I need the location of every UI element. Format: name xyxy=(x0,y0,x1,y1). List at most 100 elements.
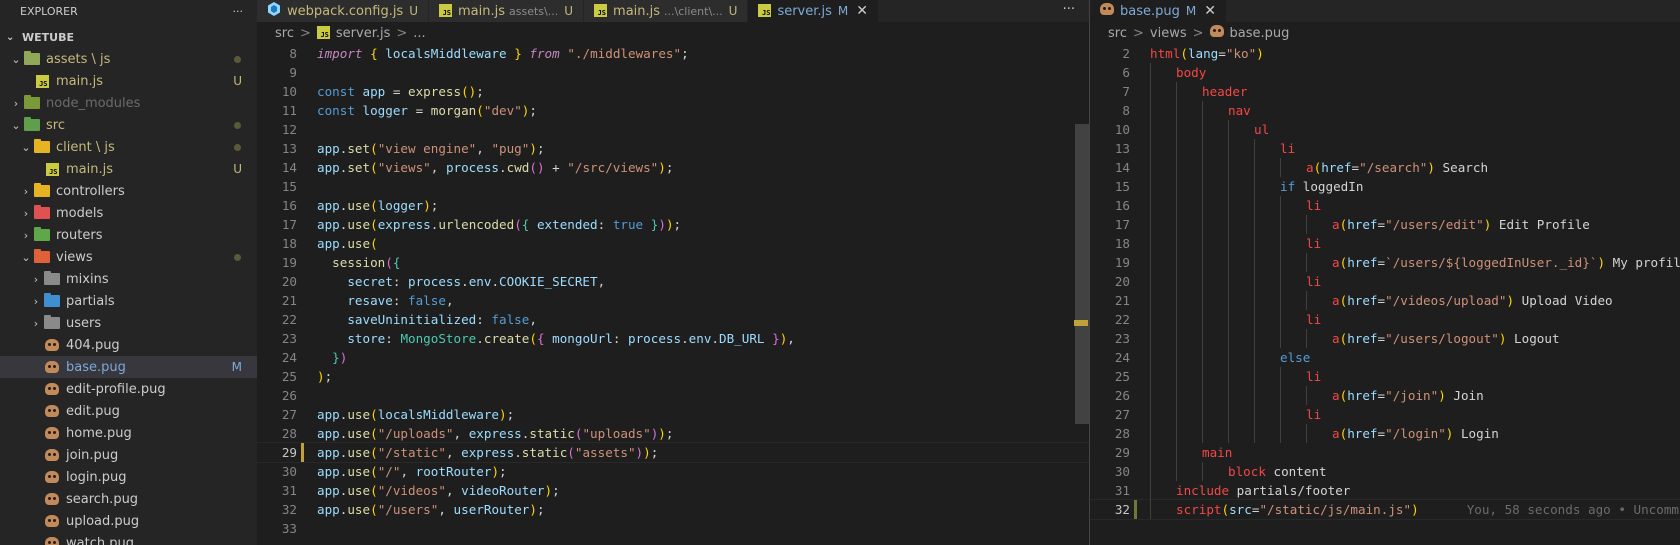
code-token: () xyxy=(529,160,545,175)
code-token: ) xyxy=(643,445,651,460)
tree-item-users[interactable]: › users xyxy=(0,312,257,334)
code-token: app xyxy=(317,426,340,441)
code-token: ( xyxy=(567,445,575,460)
tree-item-upload-pug[interactable]: upload.pug xyxy=(0,510,257,532)
chevron-right-icon: › xyxy=(23,184,29,198)
code-token: "/users/edit" xyxy=(1385,217,1484,232)
tree-item-src[interactable]: ⌄ src xyxy=(0,114,257,136)
breadcrumb-item[interactable]: ... xyxy=(413,26,425,41)
tree-item-node-modules[interactable]: › node_modules xyxy=(0,92,257,114)
tree-item-join-pug[interactable]: join.pug xyxy=(0,444,257,466)
code-token: = xyxy=(1351,160,1360,175)
tree-item-controllers[interactable]: › controllers xyxy=(0,180,257,202)
chevron-right-icon: › xyxy=(33,294,39,308)
code-token: true xyxy=(612,217,644,232)
line-number: 29 xyxy=(1114,445,1130,460)
tree-item-partials[interactable]: › partials xyxy=(0,290,257,312)
breadcrumb-item[interactable]: views xyxy=(1150,26,1187,41)
line-number: 25 xyxy=(281,369,297,384)
code-token: express xyxy=(468,426,522,441)
tree-item-edit-pug[interactable]: edit.pug xyxy=(0,400,257,422)
breadcrumb-item[interactable]: src xyxy=(1108,26,1127,41)
tree-item-label: controllers xyxy=(56,183,125,199)
line-number: 28 xyxy=(281,426,297,441)
breadcrumb-item[interactable]: server.js xyxy=(336,26,390,41)
tree-item-edit-profile-pug[interactable]: edit-profile.pug xyxy=(0,378,257,400)
tree-item-main-js[interactable]: JS main.js U xyxy=(0,158,257,180)
tree-item-assets-js[interactable]: ⌄ assets \ js xyxy=(0,48,257,70)
code-line: 12 xyxy=(257,120,1089,139)
code-token: Join xyxy=(1445,388,1484,403)
tab-description: ...\client\... xyxy=(664,4,723,18)
code-token: ) xyxy=(317,369,325,384)
code-text: app.use(express.urlencoded({ extended: t… xyxy=(297,217,681,232)
tree-item-routers[interactable]: › routers xyxy=(0,224,257,246)
tree-item-404-pug[interactable]: 404.pug xyxy=(0,334,257,356)
tab-server-js[interactable]: JS server.js M ✕ xyxy=(748,0,880,22)
right-code-area[interactable]: 2 html(lang="ko") 6 body 7 header 8 nav 10 ul 13 li… xyxy=(1090,44,1680,520)
tree-item-home-pug[interactable]: home.pug xyxy=(0,422,257,444)
tree-item-main-js[interactable]: JS main.js U xyxy=(0,70,257,92)
code-token: , xyxy=(438,502,454,517)
code-token: ) xyxy=(1597,255,1606,270)
code-line: 8 import { localsMiddleware } from "./mid… xyxy=(257,44,1089,63)
code-text: else xyxy=(1130,350,1310,365)
left-editor-scrollbar[interactable] xyxy=(1075,124,1089,424)
overview-ruler-marker xyxy=(1074,320,1088,326)
line-number: 33 xyxy=(281,521,297,536)
code-text: app.use(logger); xyxy=(297,198,438,213)
tree-item-watch-pug[interactable]: watch.pug xyxy=(0,532,257,545)
chevron-down-icon: ⌄ xyxy=(21,140,31,154)
explorer-more-icon[interactable]: ··· xyxy=(233,5,244,18)
code-line: 24 else xyxy=(1090,348,1680,367)
code-token: ; xyxy=(673,217,682,232)
tree-item-views[interactable]: ⌄ views xyxy=(0,246,257,268)
tab-status: M xyxy=(1185,4,1197,18)
code-token: rootRouter xyxy=(415,464,492,479)
code-token: "/join" xyxy=(1385,388,1439,403)
tab-main-js[interactable]: JS main.js ...\client\... U xyxy=(584,0,749,22)
code-token: "/src/views" xyxy=(567,160,659,175)
left-editor-more-icon[interactable]: ··· xyxy=(1063,2,1075,17)
tree-item-models[interactable]: › models xyxy=(0,202,257,224)
code-line: 16 app.use(logger); xyxy=(257,196,1089,215)
tab-main-js[interactable]: JS main.js assets\... U xyxy=(429,0,585,22)
code-text: a(href="/users/edit") Edit Profile xyxy=(1130,217,1590,232)
code-token: , xyxy=(430,160,446,175)
breadcrumb-item[interactable]: base.pug xyxy=(1230,26,1290,41)
code-token: express xyxy=(461,445,515,460)
code-token: "/search" xyxy=(1359,160,1428,175)
tree-item-label: users xyxy=(66,315,102,331)
line-number: 6 xyxy=(1122,65,1130,80)
git-status-badge: U xyxy=(233,74,242,88)
code-line: 16 li xyxy=(1090,196,1680,215)
js-icon: JS xyxy=(594,3,608,19)
tab-webpack-config-js[interactable]: webpack.config.js U xyxy=(257,0,430,22)
code-token: MongoStore xyxy=(400,331,477,346)
line-number: 24 xyxy=(281,350,297,365)
tab-base-pug[interactable]: base.pug M ✕ xyxy=(1090,0,1227,22)
tree-item-base-pug[interactable]: base.pug M xyxy=(0,356,257,378)
code-token: src xyxy=(1229,502,1252,517)
breadcrumb-separator-icon: > xyxy=(1192,25,1204,41)
tree-item-login-pug[interactable]: login.pug xyxy=(0,466,257,488)
tree-item-search-pug[interactable]: search.pug xyxy=(0,488,257,510)
code-token: ) xyxy=(1411,502,1419,517)
left-code-area[interactable]: 8 import { localsMiddleware } from "./mid… xyxy=(257,44,1089,538)
code-token: "pug" xyxy=(491,141,530,156)
tree-item-client-js[interactable]: ⌄ client \ js xyxy=(0,136,257,158)
workspace-section-header[interactable]: ⌄ WETUBE xyxy=(0,26,257,48)
breadcrumb-item[interactable]: src xyxy=(275,26,294,41)
right-editor-group: base.pug M ✕ src > views > base.pug 2 html(lang… xyxy=(1090,0,1680,545)
tree-item-mixins[interactable]: › mixins xyxy=(0,268,257,290)
line-number: 16 xyxy=(1114,198,1130,213)
line-number: 17 xyxy=(281,217,297,232)
line-number: 14 xyxy=(1114,160,1130,175)
close-icon[interactable]: ✕ xyxy=(856,3,868,19)
line-number: 23 xyxy=(1114,331,1130,346)
close-icon[interactable]: ✕ xyxy=(1204,3,1216,19)
code-line: 24 }) xyxy=(257,348,1089,367)
pug-file-icon xyxy=(44,404,60,418)
code-token: { xyxy=(536,331,545,346)
